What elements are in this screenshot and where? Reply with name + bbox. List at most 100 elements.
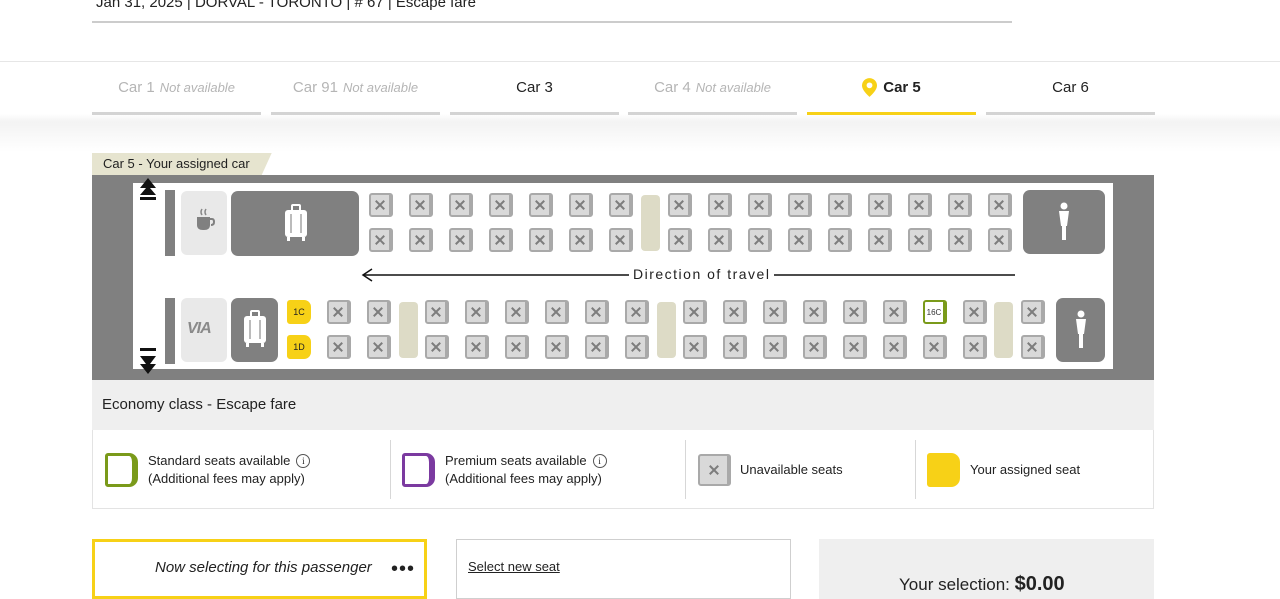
seat-unavailable xyxy=(369,228,393,252)
legend-note: (Additional fees may apply) xyxy=(148,471,305,486)
seat-unavailable xyxy=(545,335,569,359)
seat-unavailable xyxy=(708,193,732,217)
tab-car-6[interactable]: Car 6 xyxy=(986,62,1155,115)
seat-unavailable xyxy=(585,300,609,324)
seat-unavailable xyxy=(489,193,513,217)
select-new-seat-link[interactable]: Select new seat xyxy=(468,559,560,574)
legend-divider xyxy=(915,440,916,499)
seat-assigned[interactable]: 1D xyxy=(287,335,311,359)
seat-unavailable xyxy=(465,335,489,359)
seat-unavailable xyxy=(367,335,391,359)
seat-unavailable xyxy=(868,228,892,252)
tab-car-label: Car 3 xyxy=(516,78,553,96)
seat-unavailable xyxy=(369,193,393,217)
seat-unavailable xyxy=(569,228,593,252)
seat-unavailable xyxy=(367,300,391,324)
legend-label: Premium seats available xyxy=(445,453,587,468)
tab-car-91[interactable]: Car 91 Not available xyxy=(271,62,440,115)
seat-table xyxy=(994,302,1013,358)
restroom-icon xyxy=(1059,202,1069,240)
seat-unavailable xyxy=(668,228,692,252)
seat-unavailable xyxy=(449,228,473,252)
seat-unavailable xyxy=(788,193,812,217)
tab-car-1[interactable]: Car 1 Not available xyxy=(92,62,261,115)
more-options-icon[interactable]: ••• xyxy=(391,558,415,581)
seat-unavailable xyxy=(763,300,787,324)
seat-unavailable xyxy=(1021,300,1045,324)
car-wall xyxy=(165,298,175,364)
luggage-icon xyxy=(285,204,307,241)
seat-unavailable xyxy=(683,300,707,324)
tab-car-label: Car 4 xyxy=(654,78,691,96)
luggage-area xyxy=(231,298,278,362)
seat-unavailable xyxy=(668,193,692,217)
standard-seat-legend: Standard seats available i (Additional fe… xyxy=(148,452,311,488)
restroom-icon xyxy=(1076,310,1086,348)
luggage-area xyxy=(231,191,359,256)
seat-unavailable xyxy=(505,335,529,359)
seat-unavailable xyxy=(683,335,707,359)
tab-car-3[interactable]: Car 3 xyxy=(450,62,619,115)
seat-unavailable xyxy=(963,335,987,359)
trip-divider xyxy=(92,21,1012,23)
tab-car-4[interactable]: Car 4 Not available xyxy=(628,62,797,115)
legend-label: Standard seats available xyxy=(148,453,291,468)
seat-unavailable xyxy=(788,228,812,252)
info-icon[interactable]: i xyxy=(592,454,607,468)
seat-unavailable xyxy=(609,228,633,252)
premium-seat-swatch xyxy=(402,453,435,487)
passenger-selecting-text: Now selecting for this passenger xyxy=(155,559,372,576)
seat-unavailable xyxy=(609,193,633,217)
arrow-up-icon xyxy=(140,178,156,200)
seat-unavailable xyxy=(748,193,772,217)
seat-unavailable xyxy=(327,300,351,324)
seat-unavailable xyxy=(763,335,787,359)
seat-unavailable xyxy=(409,193,433,217)
seat-unavailable xyxy=(585,335,609,359)
info-icon[interactable]: i xyxy=(296,454,311,468)
seat-table xyxy=(657,302,676,358)
seat-unavailable xyxy=(409,228,433,252)
seat-unavailable xyxy=(948,193,972,217)
standard-seat-swatch xyxy=(105,453,138,487)
seat-unavailable xyxy=(908,193,932,217)
seat-unavailable xyxy=(529,193,553,217)
seat-unavailable xyxy=(449,193,473,217)
seat-unavailable xyxy=(803,300,827,324)
assigned-seat-legend: Your assigned seat xyxy=(970,462,1081,477)
seat-unavailable xyxy=(988,228,1012,252)
luggage-icon xyxy=(244,310,266,347)
seat-assigned[interactable]: 1C xyxy=(287,300,311,324)
tab-car-label: Car 1 xyxy=(118,78,155,96)
seat-unavailable xyxy=(883,335,907,359)
seat-unavailable xyxy=(828,193,852,217)
seat-unavailable xyxy=(803,335,827,359)
restroom-area xyxy=(1056,298,1105,362)
seat-unavailable xyxy=(843,335,867,359)
seat-legend: Standard seats available i (Additional fe… xyxy=(92,430,1154,509)
tab-status: Not available xyxy=(342,79,419,95)
seat-unavailable xyxy=(723,335,747,359)
seat-unavailable xyxy=(723,300,747,324)
seat-unavailable xyxy=(489,228,513,252)
seat-unavailable xyxy=(425,300,449,324)
assigned-car-label: Car 5 - Your assigned car xyxy=(92,153,272,175)
tab-car-5[interactable]: Car 5 xyxy=(807,62,976,115)
seat-unavailable xyxy=(1021,335,1045,359)
seat-table xyxy=(399,302,418,358)
car-wall xyxy=(165,190,175,256)
restroom-area xyxy=(1023,190,1105,254)
location-pin-icon xyxy=(862,77,878,97)
unavailable-seat-legend: Unavailable seats xyxy=(740,462,843,477)
tab-car-label: Car 6 xyxy=(1052,78,1089,96)
assigned-seat-swatch xyxy=(927,453,960,487)
seat-unavailable xyxy=(708,228,732,252)
seat-unavailable xyxy=(505,300,529,324)
seat-unavailable xyxy=(988,193,1012,217)
unavailable-seat-swatch xyxy=(698,454,731,486)
seat-unavailable xyxy=(625,300,649,324)
premium-seat-legend: Premium seats available i (Additional fee… xyxy=(445,452,607,488)
tab-car-label: Car 5 xyxy=(883,78,921,96)
seat-unavailable xyxy=(948,228,972,252)
seat-available[interactable]: 16C xyxy=(923,300,947,324)
